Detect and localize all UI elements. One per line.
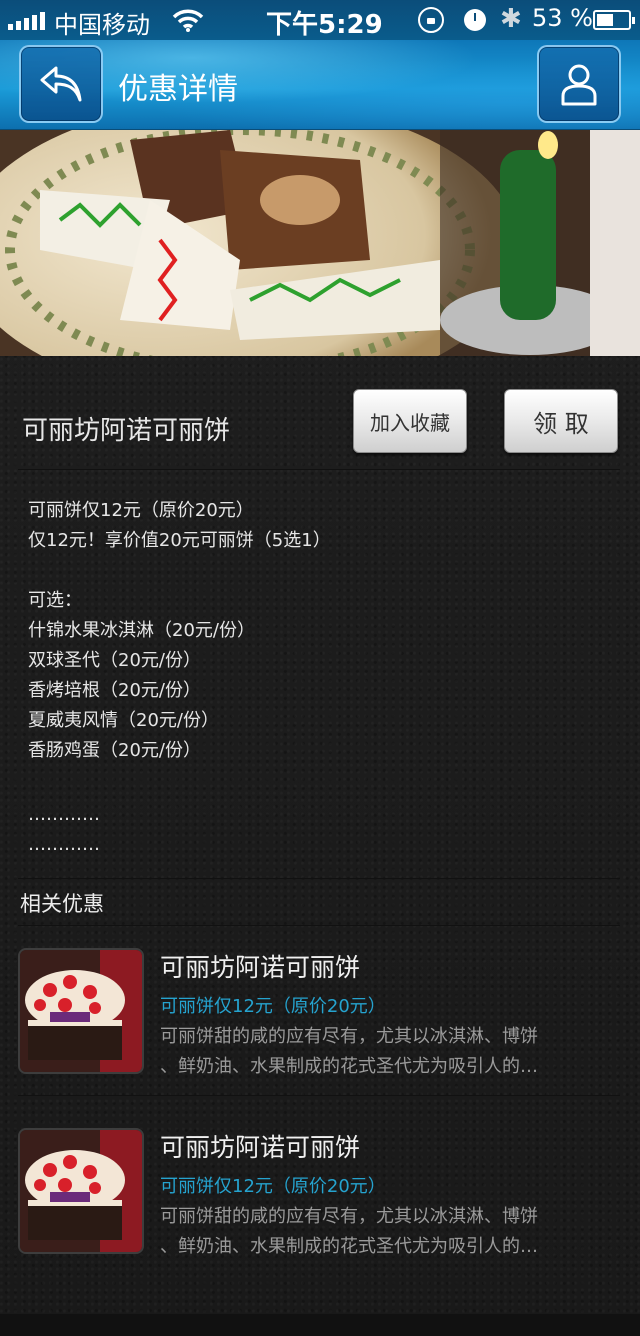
- bottom-strip: [0, 1314, 640, 1336]
- battery-percent: 53 %: [532, 4, 593, 32]
- offer-description: 可丽饼仅12元（原价20元） 仅12元！享价值20元可丽饼（5选1） 可选： 什…: [28, 496, 608, 860]
- related-offer-thumbnail: [18, 948, 144, 1074]
- divider: [18, 925, 620, 926]
- divider: [18, 878, 620, 879]
- description-line: 仅12元！享价值20元可丽饼（5选1）: [28, 530, 331, 551]
- description-line: 什锦水果冰淇淋（20元/份）: [28, 620, 255, 641]
- wifi-icon: [172, 9, 204, 32]
- description-line: 可丽饼仅12元（原价20元）: [28, 500, 254, 521]
- description-line: 可丽饼甜的咸的应有尽有，尤其以冰淇淋、博饼: [160, 1026, 538, 1047]
- description-line: 、鲜奶油、水果制成的花式圣代尤为吸引人的…: [160, 1056, 538, 1077]
- alarm-clock-icon: [464, 9, 486, 31]
- related-offer-description: 可丽饼甜的咸的应有尽有，尤其以冰淇淋、博饼 、鲜奶油、水果制成的花式圣代尤为吸引…: [160, 1022, 590, 1082]
- divider: [18, 1095, 620, 1096]
- navigation-bar: 优惠详情: [0, 40, 640, 130]
- description-line: …………: [28, 804, 100, 825]
- related-offer-item[interactable]: 可丽坊阿诺可丽饼 可丽饼仅12元（原价20元） 可丽饼甜的咸的应有尽有，尤其以冰…: [0, 1120, 640, 1260]
- user-icon: [561, 64, 597, 106]
- divider: [18, 469, 620, 470]
- description-line: 香肠鸡蛋（20元/份）: [28, 740, 201, 761]
- related-offers-heading: 相关优惠: [20, 892, 104, 916]
- related-offer-description: 可丽饼甜的咸的应有尽有，尤其以冰淇淋、博饼 、鲜奶油、水果制成的花式圣代尤为吸引…: [160, 1202, 590, 1262]
- related-offer-item[interactable]: 可丽坊阿诺可丽饼 可丽饼仅12元（原价20元） 可丽饼甜的咸的应有尽有，尤其以冰…: [0, 940, 640, 1080]
- bluetooth-icon: ✱: [500, 4, 522, 34]
- description-line: [28, 766, 608, 796]
- back-arrow-icon: [40, 66, 82, 102]
- signal-icon: [8, 12, 45, 30]
- description-line: …………: [28, 834, 100, 855]
- rotation-lock-icon: [418, 7, 444, 33]
- description-line: 可丽饼甜的咸的应有尽有，尤其以冰淇淋、博饼: [160, 1206, 538, 1227]
- claim-button[interactable]: 领 取: [504, 389, 618, 453]
- related-offer-subtitle: 可丽饼仅12元（原价20元）: [160, 996, 386, 1017]
- page-title: 优惠详情: [118, 72, 238, 107]
- offer-banner-image: [0, 130, 640, 356]
- description-line: 香烤培根（20元/份）: [28, 680, 201, 701]
- battery-icon: [593, 10, 635, 30]
- related-offer-title: 可丽坊阿诺可丽饼: [160, 953, 361, 982]
- carrier-name: 中国移动: [54, 11, 150, 39]
- back-button[interactable]: [19, 45, 103, 123]
- description-line: 、鲜奶油、水果制成的花式圣代尤为吸引人的…: [160, 1236, 538, 1257]
- related-offer-thumbnail: [18, 1128, 144, 1254]
- description-line: 可选：: [28, 590, 82, 611]
- user-button[interactable]: [537, 45, 621, 123]
- related-offer-subtitle: 可丽饼仅12元（原价20元）: [160, 1176, 386, 1197]
- status-time: 下午5:29: [266, 10, 383, 40]
- description-line: 双球圣代（20元/份）: [28, 650, 201, 671]
- description-line: [28, 556, 608, 586]
- status-bar: 中国移动 下午5:29 ✱ 53 %: [0, 0, 640, 40]
- offer-header: 可丽坊阿诺可丽饼 加入收藏 领 取: [0, 386, 640, 470]
- description-line: 夏威夷风情（20元/份）: [28, 710, 219, 731]
- offer-title: 可丽坊阿诺可丽饼: [22, 416, 231, 446]
- related-offer-title: 可丽坊阿诺可丽饼: [160, 1133, 361, 1162]
- add-favorite-button[interactable]: 加入收藏: [353, 389, 467, 453]
